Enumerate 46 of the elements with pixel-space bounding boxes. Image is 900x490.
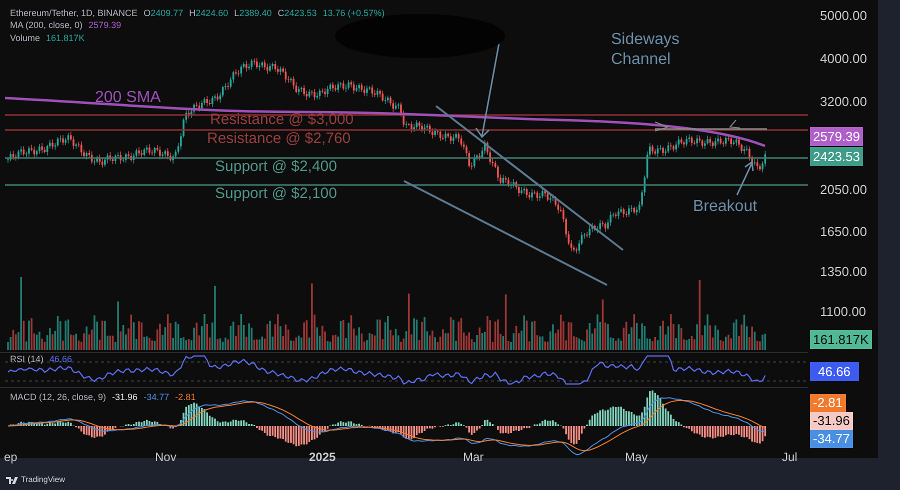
indicator-value: 161.817K bbox=[46, 32, 85, 44]
axis-label: 2025 bbox=[309, 451, 336, 463]
macd-badge: -2.81 bbox=[810, 394, 846, 412]
indicator-label: Volume bbox=[10, 32, 40, 44]
axis-label: 1100.00 bbox=[820, 305, 866, 318]
axis-label: 1650.00 bbox=[820, 225, 867, 238]
axis-label: 1350.00 bbox=[820, 265, 867, 278]
indicator-value: -2.81 bbox=[175, 392, 196, 404]
indicator-value: -34.77 bbox=[144, 392, 170, 404]
ohlc-value: C2423.53 bbox=[278, 8, 317, 20]
indicator-value: 46.66 bbox=[50, 354, 72, 366]
price-badge: 2579.39 bbox=[810, 127, 863, 146]
axis-label: ep bbox=[4, 451, 18, 463]
symbol-title: Ethereum/Tether, 1D, BINANCE bbox=[10, 8, 138, 20]
chart-annotation: Resistance @ $2,760 bbox=[207, 130, 351, 149]
chart-annotation: 200 SMA bbox=[95, 88, 161, 108]
logo-icon bbox=[6, 476, 18, 484]
indicator-label: MA (200, close, 0) bbox=[10, 20, 83, 32]
axis-label: May bbox=[625, 451, 648, 463]
axis-label: 2050.00 bbox=[820, 183, 867, 196]
change-value: 13.76 (+0.57%) bbox=[322, 8, 385, 20]
ohlc-value: O2409.77 bbox=[144, 8, 184, 20]
chart-annotation: Support @ $2,100 bbox=[215, 185, 337, 204]
chart-annotation: Support @ $2,400 bbox=[215, 158, 337, 177]
indicator-value: 2579.39 bbox=[88, 20, 122, 32]
macd-badge: -34.77 bbox=[810, 430, 853, 448]
axis-label: Nov bbox=[155, 451, 176, 463]
chart-annotation: Sideways Channel bbox=[611, 30, 680, 70]
ohlc-value: H2424.60 bbox=[189, 8, 228, 20]
axis-label: Jul bbox=[782, 451, 798, 463]
brand-name: TradingView bbox=[21, 474, 66, 486]
indicator-value: -31.96 bbox=[112, 392, 138, 404]
price-badge: 161.817K bbox=[810, 330, 872, 349]
macd-badge: -31.96 bbox=[810, 412, 853, 430]
axis-label: 3200.00 bbox=[820, 95, 867, 108]
ohlc-value: L2389.40 bbox=[234, 8, 272, 20]
indicator-label: RSI (14) bbox=[10, 354, 44, 366]
rsi-badge: 46.66 bbox=[810, 362, 859, 381]
arrow-icon bbox=[736, 160, 754, 196]
chart-annotation: Breakout bbox=[693, 197, 758, 217]
indicator-label: MACD (12, 26, close, 9) bbox=[10, 392, 106, 404]
price-badge: 2423.53 bbox=[810, 147, 863, 166]
axis-label: Mar bbox=[463, 451, 484, 463]
chart-annotation: Resistance @ $3,000 bbox=[210, 111, 354, 130]
axis-label: 5000.00 bbox=[820, 9, 867, 22]
axis-label: 4000.00 bbox=[820, 52, 867, 65]
